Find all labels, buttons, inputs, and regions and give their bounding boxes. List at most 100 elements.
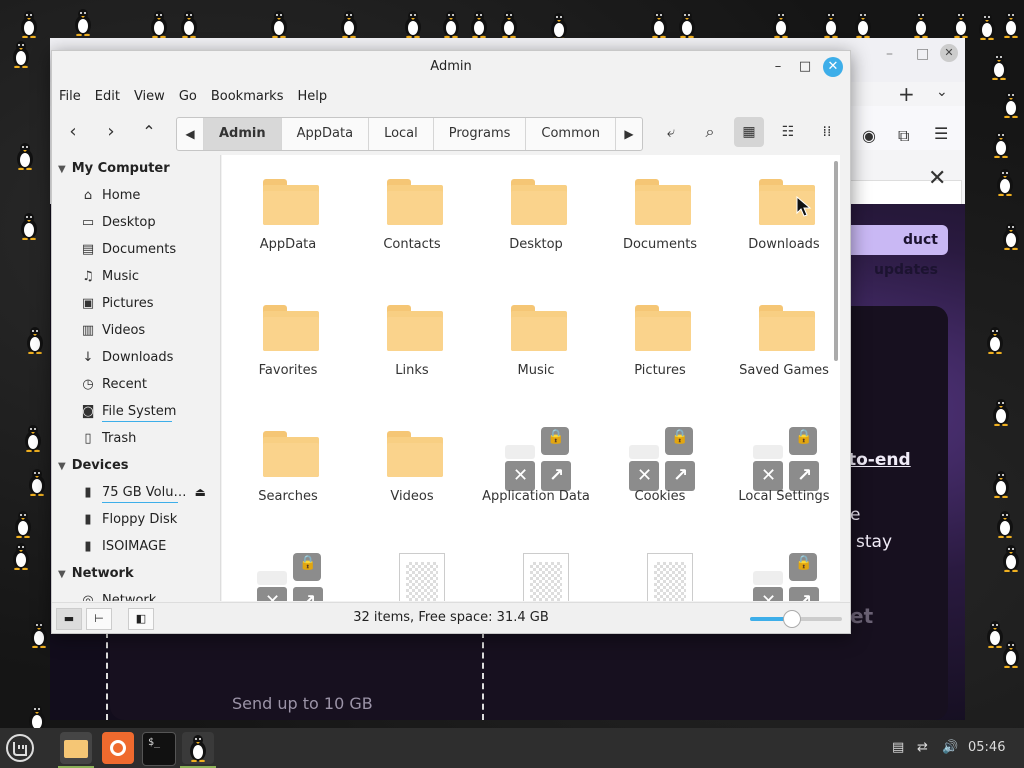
show-places-icon[interactable]: ▬ [56,608,82,630]
sidebar-item-label: Trash [102,431,137,446]
sidebar-item-documents[interactable]: ▤ Documents [52,236,220,263]
collapse-triangle-icon[interactable]: ▼ [58,164,66,175]
file-item-label: Music [517,363,555,378]
sidebar-item-pictures[interactable]: ▣ Pictures [52,290,220,317]
sidebar-section-network[interactable]: ▼ Network [52,560,220,587]
sidebar-item-file-system[interactable]: ◙ File System [52,398,220,425]
unknown-file-icon [387,553,445,601]
breadcrumb-common[interactable]: Common [525,118,615,150]
file-item[interactable] [350,541,474,601]
file-item[interactable] [598,541,722,601]
sidebar-item-downloads[interactable]: ↓ Downloads [52,344,220,371]
file-item[interactable]: Downloads [722,163,840,283]
compact-view-icon[interactable]: ⁞⁞ [812,117,842,147]
collapse-triangle-icon[interactable]: ▼ [58,461,66,472]
sidebar-section-my-computer[interactable]: ▼ My Computer [52,155,220,182]
extensions-icon[interactable]: ⧉ [898,126,909,146]
product-updates-button[interactable]: duct updates [840,225,948,278]
clock[interactable]: 05:46 [968,728,1005,768]
list-view-icon[interactable]: ☷ [773,117,803,147]
file-item[interactable]: Searches [226,415,350,535]
file-item[interactable]: Videos [350,415,474,535]
notification-close-icon[interactable]: ✕ [928,166,946,191]
file-item[interactable]: Desktop [474,163,598,283]
icon-view-icon[interactable]: ▦ [734,117,764,147]
account-icon[interactable]: ◉ [862,126,876,145]
search-icon[interactable]: ⌕ [695,117,725,147]
file-item[interactable]: Music [474,289,598,409]
toggle-location-icon[interactable]: ⤶ [656,117,686,147]
file-item-label: Videos [390,489,434,504]
start-menu-icon[interactable] [4,732,36,764]
file-item[interactable] [474,541,598,601]
sidebar-item-recent[interactable]: ◷ Recent [52,371,220,398]
file-item-label: Links [395,363,429,378]
sidebar-section-devices[interactable]: ▼ Devices [52,452,220,479]
sidebar-item-videos[interactable]: ▥ Videos [52,317,220,344]
breadcrumb-left-icon[interactable]: ◀ [177,118,203,150]
file-item-label: Saved Games [739,363,829,378]
forward-arrow-icon[interactable]: › [96,117,126,147]
collapse-triangle-icon[interactable]: ▼ [58,569,66,580]
close-button[interactable]: ✕ [823,57,843,77]
browser-close-icon[interactable]: ✕ [940,44,958,62]
sidebar-item-desktop[interactable]: ▭ Desktop [52,209,220,236]
sidebar-item-home[interactable]: ⌂ Home [52,182,220,209]
network-icon: ◎ [82,593,94,601]
menu-file[interactable]: File [52,85,88,109]
file-item[interactable]: Contacts [350,163,474,283]
menu-go[interactable]: Go [172,85,204,109]
eject-icon[interactable]: ⏏ [195,479,206,506]
zoom-slider[interactable] [750,610,842,628]
menu-edit[interactable]: Edit [88,85,127,109]
up-arrow-icon[interactable]: ⌃ [134,117,164,147]
sidebar-item-floppy-disk[interactable]: ▮ Floppy Disk [52,506,220,533]
file-item[interactable]: 🔒 ✕ ↗ Cookies [598,415,722,535]
show-treeview-icon[interactable]: ⊢ [86,608,112,630]
sidebar-item-trash[interactable]: ▯ Trash [52,425,220,452]
volume-tray-icon[interactable]: 🔊 [942,728,958,768]
menu-icon[interactable]: ☰ [934,124,948,143]
file-item-label: Application Data [482,489,590,504]
sidebar-item-music[interactable]: ♫ Music [52,263,220,290]
menu-bookmarks[interactable]: Bookmarks [204,85,291,109]
minimize-button[interactable]: – [768,57,788,77]
breadcrumb-appdata[interactable]: AppData [280,118,368,150]
breadcrumb-admin[interactable]: Admin [203,118,281,150]
file-item-label: Documents [622,237,698,252]
unknown-file-icon [511,553,569,601]
network-tray-icon[interactable]: ⇄ [917,728,928,768]
browser-maximize-icon[interactable]: □ [916,46,929,62]
menu-view[interactable]: View [127,85,172,109]
file-item[interactable]: 🔒✕↗ [226,541,350,601]
file-item[interactable]: 🔒 ✕ ↗ Application Data [474,415,598,535]
notes-tray-icon[interactable]: ▤ [892,728,904,768]
file-item[interactable]: Pictures [598,289,722,409]
new-tab-icon[interactable]: + [898,82,915,106]
breadcrumb-right-icon[interactable]: ▶ [614,118,642,150]
menu-help[interactable]: Help [290,85,334,109]
breadcrumb-programs[interactable]: Programs [432,118,526,150]
file-item[interactable]: Documents [598,163,722,283]
file-item[interactable]: Links [350,289,474,409]
breadcrumb-local[interactable]: Local [368,118,433,150]
sidebar-item-network[interactable]: ◎ Network [52,587,220,601]
file-item[interactable]: 🔒 ✕ ↗ Local Settings [722,415,840,535]
folder-icon [387,301,443,357]
back-arrow-icon[interactable]: ‹ [58,117,88,147]
sidebar: ▼ My Computer ⌂ Home ▭ Desktop ▤ Documents ♫ Musi… [52,155,221,601]
sidebar-item-75-gb-volu[interactable]: ▮ 75 GB Volu… ⏏ [52,479,220,506]
files-taskbar-icon[interactable] [60,732,92,764]
tab-list-chevron-icon[interactable]: ⌄ [936,84,948,100]
browser-minimize-icon[interactable]: – [886,46,893,62]
file-item[interactable]: 🔒✕↗ [722,541,840,601]
xpenguins-taskbar-icon[interactable] [182,732,214,764]
maximize-button[interactable]: □ [795,57,815,77]
sidebar-item-isoimage[interactable]: ▮ ISOIMAGE [52,533,220,560]
file-item[interactable]: Saved Games [722,289,840,409]
firefox-taskbar-icon[interactable] [102,732,134,764]
file-item[interactable]: Favorites [226,289,350,409]
hide-sidebar-icon[interactable]: ◧ [128,608,154,630]
terminal-taskbar-icon[interactable]: $_ [142,732,176,766]
file-item[interactable]: AppData [226,163,350,283]
